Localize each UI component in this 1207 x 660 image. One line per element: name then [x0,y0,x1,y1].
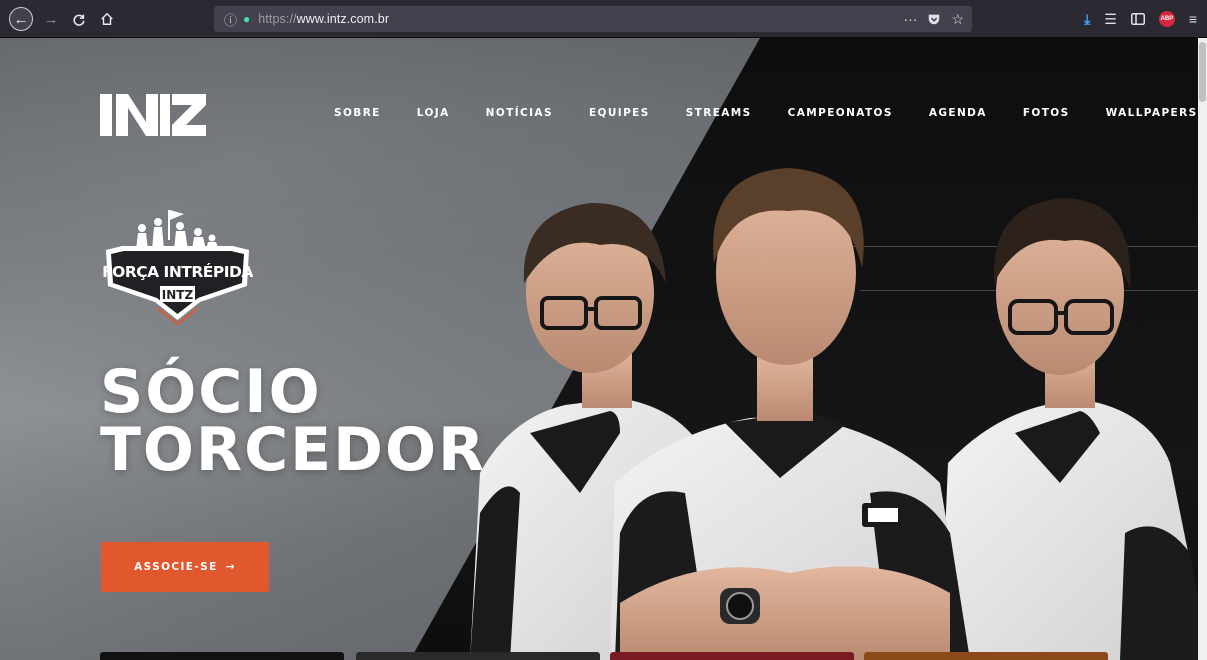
nav-item-sobre[interactable]: SOBRE [334,107,381,119]
nav-item-fotos[interactable]: FOTOS [1023,107,1070,119]
page-actions: ··· ☆ [903,6,964,32]
main-nav: SOBRE LOJA NOTÍCIAS EQUIPES STREAMS CAMP… [334,107,1198,119]
intz-logo[interactable] [100,90,206,140]
badge-text: FORÇA INTRÉPIDA [102,262,253,281]
hamburger-menu-icon[interactable]: ≡ [1189,11,1197,27]
nav-item-loja[interactable]: LOJA [417,107,450,119]
player-right [940,198,1207,660]
address-bar[interactable]: ⓘ ● https://www.intz.com.br ··· ☆ [214,6,972,32]
home-button[interactable] [96,9,118,29]
nav-item-streams[interactable]: STREAMS [686,107,752,119]
toolbar-right: ⤓ ☰ ABP ≡ [1084,0,1207,38]
url-text[interactable]: https://www.intz.com.br [258,12,389,26]
associe-se-button[interactable]: ASSOCIE-SE → [101,542,269,592]
nav-item-wallpapers[interactable]: WALLPAPERS [1106,107,1198,119]
nav-item-agenda[interactable]: AGENDA [929,107,987,119]
news-card[interactable] [610,652,854,660]
reload-icon [73,14,85,26]
download-icon[interactable]: ⤓ [1084,11,1090,28]
scrollbar-thumb[interactable] [1199,42,1206,102]
arrow-left-icon: ← [13,10,29,28]
hero-title-line2: TORCEDOR [100,415,487,485]
page-viewport: SOBRE LOJA NOTÍCIAS EQUIPES STREAMS CAMP… [0,38,1207,660]
reload-button[interactable] [68,9,90,29]
arrow-right-icon: → [225,561,236,573]
lock-icon[interactable]: ● [243,12,250,26]
browser-toolbar: ← → ⓘ ● https://www.intz.com.br ··· ☆ ⤓ … [0,0,1207,38]
page-actions-button[interactable]: ··· [903,11,917,27]
news-card[interactable] [356,652,600,660]
url-host: www.intz.com.br [296,12,390,26]
info-icon[interactable]: ⓘ [224,10,237,29]
forward-button[interactable]: → [40,9,62,29]
hero-title-line1: SÓCIO [100,357,322,427]
forca-intrepida-badge: FORÇA INTRÉPIDA INTZ [102,210,254,326]
abp-icon[interactable]: ABP [1158,11,1175,27]
arrow-right-icon: → [43,10,59,28]
hero-title: SÓCIO TORCEDOR [100,357,487,485]
news-card[interactable] [864,652,1108,660]
cta-label: ASSOCIE-SE [134,561,218,573]
news-card[interactable] [100,652,344,660]
nav-item-noticias[interactable]: NOTÍCIAS [486,107,553,119]
players-photo [470,168,1207,660]
library-icon[interactable]: ☰ [1104,11,1117,28]
nav-item-campeonatos[interactable]: CAMPEONATOS [788,107,893,119]
pocket-icon[interactable] [927,12,941,26]
url-scheme: https:// [258,12,297,26]
sidebar-icon[interactable] [1130,13,1145,25]
badge-logo-text: INTZ [162,288,194,302]
nav-item-equipes[interactable]: EQUIPES [589,107,650,119]
home-icon [101,12,113,25]
page-scrollbar[interactable] [1198,38,1207,660]
back-button[interactable]: ← [9,7,33,31]
star-icon[interactable]: ☆ [951,11,964,28]
